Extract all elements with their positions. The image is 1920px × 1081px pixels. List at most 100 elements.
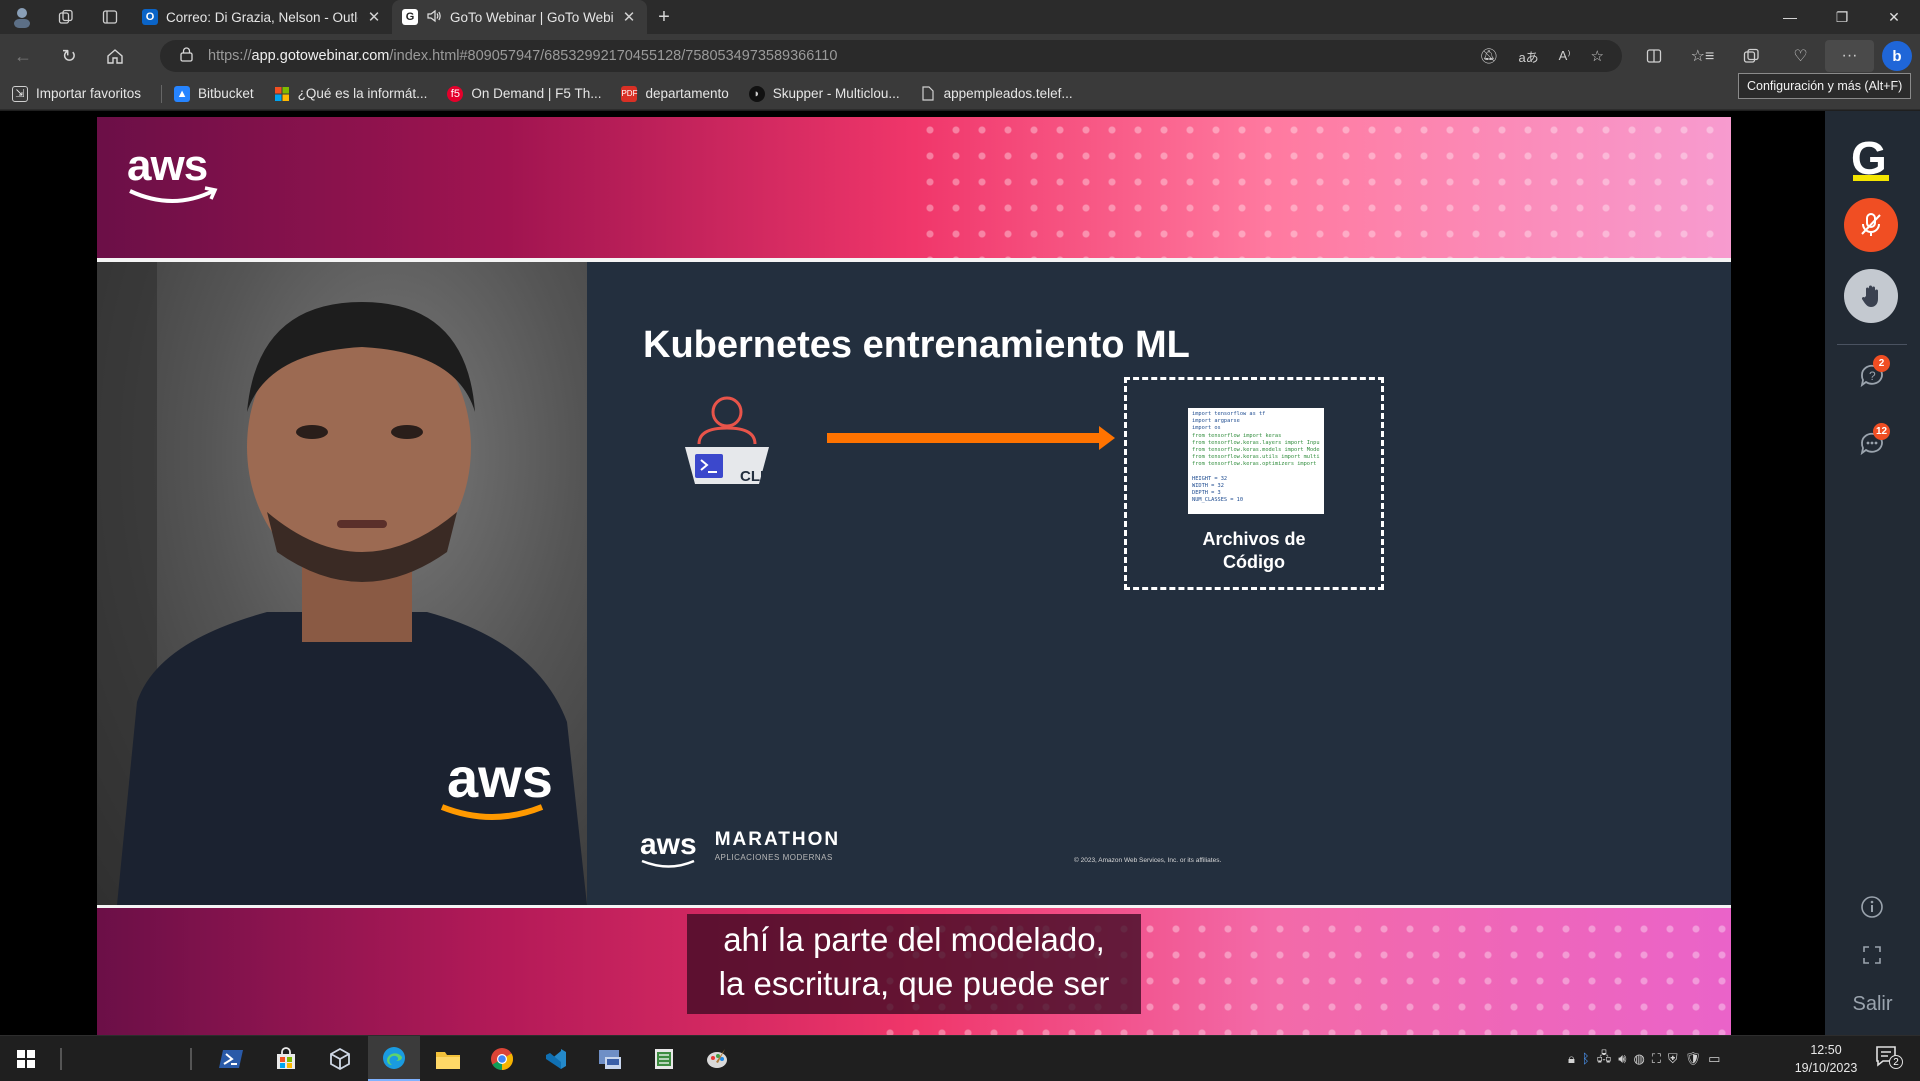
fullscreen-button[interactable] <box>1857 940 1887 970</box>
tab-actions-icon[interactable] <box>88 0 132 34</box>
tab-title: GoTo Webinar | GoTo Webin <box>450 9 613 25</box>
browser-essentials-icon[interactable]: ♡ <box>1776 34 1825 78</box>
code-line: from tensorflow.keras.models import Mode <box>1192 447 1320 454</box>
settings-tooltip: Configuración y más (Alt+F) <box>1738 73 1912 99</box>
bookmark-label: departamento <box>645 86 729 101</box>
pdf-icon: PDF <box>621 85 638 102</box>
goto-logo-bar <box>1853 175 1889 181</box>
read-aloud-icon[interactable]: A⁾ <box>1559 48 1571 64</box>
home-button[interactable] <box>92 34 138 78</box>
code-line: import tensorflow as tf <box>1192 411 1266 417</box>
marathon-smile-icon <box>641 859 695 868</box>
security-icon[interactable]: ⛨ <box>1668 1051 1678 1067</box>
bing-copilot-icon[interactable]: b <box>1882 41 1912 71</box>
code-line: from tensorflow.keras.optimizers import <box>1192 461 1320 468</box>
chat-button[interactable]: 12 <box>1857 423 1890 459</box>
code-line: from tensorflow import keras <box>1192 432 1282 439</box>
event-name: MARATHON <box>714 828 841 850</box>
edge-icon[interactable] <box>368 1036 420 1081</box>
questions-button[interactable]: ? 2 <box>1857 355 1890 391</box>
url-scheme: https:// <box>208 48 252 64</box>
paint-icon[interactable] <box>692 1036 744 1081</box>
tab-outlook[interactable]: O Correo: Di Grazia, Nelson - Outlo ✕ <box>132 0 392 34</box>
raise-hand-button[interactable] <box>1844 269 1898 323</box>
volume-icon[interactable]: 🔊︎ <box>1618 1051 1626 1067</box>
split-screen-icon[interactable] <box>1629 34 1678 78</box>
bookmark-departamento[interactable]: PDF departamento <box>621 85 729 102</box>
bookmark-separator <box>161 84 163 103</box>
vscode-icon[interactable] <box>530 1036 582 1081</box>
virtualbox-icon[interactable] <box>314 1036 366 1081</box>
spreadsheet-icon[interactable] <box>638 1036 690 1081</box>
minimize-button[interactable]: — <box>1764 0 1816 34</box>
code-files-label: Archivos de Código <box>1127 528 1381 574</box>
start-button[interactable] <box>0 1036 52 1081</box>
store-icon[interactable] <box>260 1036 312 1081</box>
bookmark-appempleados[interactable]: appempleados.telef... <box>920 86 1073 102</box>
goto-control-panel: G ? 2 12 Salir <box>1825 111 1920 1035</box>
network-icon[interactable]: 🖧︎ <box>1597 1048 1612 1070</box>
powershell-icon[interactable] <box>206 1036 258 1081</box>
vpn-lock-icon[interactable]: 🔒︎ <box>1568 1051 1575 1067</box>
bookmark-import[interactable]: ⇲ Importar favoritos <box>12 85 141 102</box>
url-bar-icons: 🔕︎ aあ A⁾ ☆ <box>1479 40 1604 72</box>
bookmark-informatica[interactable]: ¿Qué es la informát... <box>274 86 427 102</box>
marathon-branding: aws MARATHON APLICACIONES MODERNAS <box>640 828 841 868</box>
battery-icon[interactable]: ▭ <box>1708 1051 1720 1067</box>
close-window-button[interactable]: ✕ <box>1868 0 1920 34</box>
settings-more-button[interactable]: ··· <box>1825 40 1874 72</box>
system-clock[interactable]: 12:50 19/10/2023 <box>1786 1041 1866 1077</box>
goto-icon: G <box>402 9 418 25</box>
dot-pattern <box>917 117 1731 258</box>
workspaces-icon[interactable] <box>44 0 88 34</box>
favorites-icon[interactable]: ☆≡ <box>1678 34 1727 78</box>
lock-icon[interactable] <box>180 47 208 65</box>
code-line: HEIGHT = 32 <box>1192 475 1228 482</box>
bookmark-label: Bitbucket <box>198 86 254 101</box>
f5-icon: f5 <box>447 85 464 102</box>
microphone-muted-button[interactable] <box>1844 198 1898 252</box>
bookmark-f5[interactable]: f5 On Demand | F5 Th... <box>447 85 601 102</box>
bluetooth-icon[interactable]: ᛒ <box>1582 1051 1590 1066</box>
tab-title: Correo: Di Grazia, Nelson - Outlo <box>166 9 358 25</box>
notifications-blocked-icon[interactable]: 🔕︎ <box>1479 47 1498 65</box>
url-host: app.gotowebinar.com <box>251 48 390 64</box>
focus-icon[interactable]: ⛶ <box>1652 1051 1661 1067</box>
raise-hand-icon <box>1861 285 1878 307</box>
code-snippet: import tensorflow as tf import argparse … <box>1188 408 1324 514</box>
notification-center-button[interactable]: 2 <box>1874 1044 1904 1072</box>
close-tab-icon[interactable]: ✕ <box>366 8 382 26</box>
tab-gotowebinar[interactable]: G GoTo Webinar | GoTo Webin ✕ <box>392 0 647 34</box>
windows-logo-icon <box>17 1049 35 1068</box>
profile-avatar-icon[interactable] <box>0 0 44 34</box>
close-tab-icon[interactable]: ✕ <box>621 8 637 26</box>
code-files-label-line2: Código <box>1223 552 1285 572</box>
bookmark-bitbucket[interactable]: ▲ Bitbucket <box>174 85 254 102</box>
defender-icon[interactable]: 🛡︎ <box>1685 1051 1702 1067</box>
collections-icon[interactable] <box>1727 34 1776 78</box>
caption-line1: ahí la parte del modelado, <box>723 921 1105 958</box>
aws-logo: aws <box>127 141 218 203</box>
back-button[interactable]: ← <box>0 34 46 78</box>
sync-icon[interactable]: ◍ <box>1633 1051 1644 1067</box>
microphone-muted-icon <box>1861 213 1881 236</box>
panel-divider <box>1837 344 1907 345</box>
new-tab-button[interactable]: + <box>647 0 681 34</box>
remote-desktop-icon[interactable] <box>584 1036 636 1081</box>
translate-icon[interactable]: aあ <box>1518 47 1538 66</box>
chrome-icon[interactable] <box>476 1036 528 1081</box>
marathon-aws-text: aws <box>640 828 697 861</box>
speaker-icon[interactable] <box>426 8 442 27</box>
restore-button[interactable]: ❐ <box>1816 0 1868 34</box>
bookmark-skupper[interactable]: ◗ Skupper - Multiclou... <box>748 85 900 102</box>
file-explorer-icon[interactable] <box>422 1036 474 1081</box>
url-text: https://app.gotowebinar.com/index.html#8… <box>208 48 837 64</box>
aws-smile-icon <box>129 186 218 203</box>
favorite-star-icon[interactable]: ☆ <box>1591 47 1604 65</box>
refresh-button[interactable]: ↻ <box>46 34 92 78</box>
exit-button[interactable]: Salir <box>1825 993 1920 1016</box>
url-bar[interactable]: https://app.gotowebinar.com/index.html#8… <box>160 40 1622 72</box>
code-files-container: import tensorflow as tf import argparse … <box>1124 377 1384 590</box>
info-button[interactable] <box>1857 892 1887 922</box>
webinar-video[interactable]: aws aws Kubernetes entrenamiento ML CLI … <box>97 117 1731 1035</box>
